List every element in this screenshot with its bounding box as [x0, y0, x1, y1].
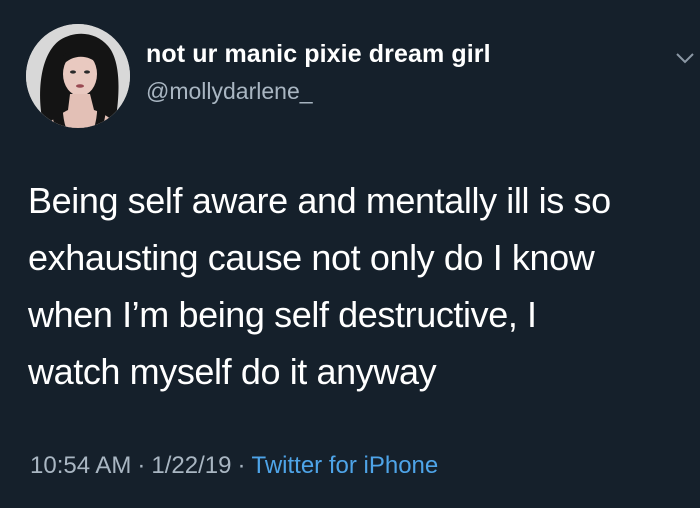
profile-photo-icon: [26, 24, 130, 128]
author-handle[interactable]: @mollydarlene_: [146, 78, 313, 105]
chevron-down-icon[interactable]: [676, 52, 694, 64]
tweet-source-link[interactable]: Twitter for iPhone: [251, 452, 438, 479]
tweet-text-line: watch myself do it anyway: [28, 351, 437, 392]
author-display-name[interactable]: not ur manic pixie dream girl: [146, 40, 491, 69]
tweet-date[interactable]: 1/22/19: [151, 452, 231, 479]
tweet-text: Being self aware and mentally ill is so …: [28, 172, 688, 400]
tweet-text-line: Being self aware and mentally ill is so: [28, 180, 611, 221]
tweet-text-line: exhausting cause not only do I know: [28, 237, 595, 278]
tweet-text-line: when I’m being self destructive, I: [28, 294, 537, 335]
author-avatar[interactable]: [26, 24, 130, 128]
meta-separator: ·: [237, 452, 246, 479]
tweet-card: not ur manic pixie dream girl @mollydarl…: [0, 0, 700, 508]
tweet-meta: 10:54 AM · 1/22/19 · Twitter for iPhone: [30, 452, 438, 480]
tweet-time[interactable]: 10:54 AM: [30, 452, 131, 479]
meta-separator: ·: [137, 452, 146, 479]
